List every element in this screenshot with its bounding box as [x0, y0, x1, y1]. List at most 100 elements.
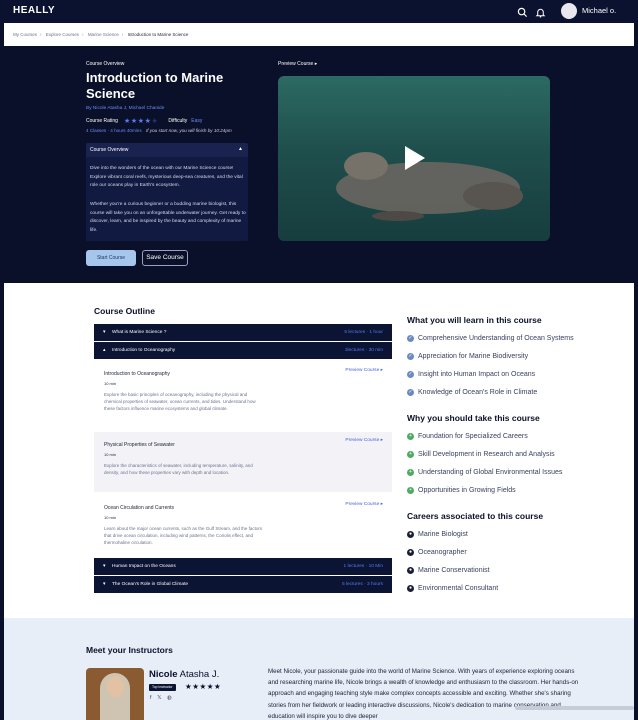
- why-item-label: Understanding of Global Environmental Is…: [418, 468, 563, 476]
- rating-stars: ★★★★★: [124, 117, 158, 125]
- check-circle-icon: ✓: [407, 388, 414, 396]
- chevron-right-icon: ›: [82, 32, 84, 37]
- learn-item-label: Comprehensive Understanding of Ocean Sys…: [418, 334, 574, 342]
- play-icon[interactable]: [405, 146, 425, 170]
- avatar[interactable]: [561, 3, 577, 19]
- career-item-label: Marine Biologist: [418, 530, 468, 538]
- course-duration: 4 Classes · 4 hours 40mins: [86, 128, 142, 133]
- chevron-up-icon[interactable]: ▲: [238, 146, 243, 152]
- difficulty-value: Easy: [191, 118, 203, 124]
- learn-title: What you will learn in this course: [407, 315, 542, 325]
- overview-paragraph: Dive into the wonders of the ocean with …: [90, 166, 243, 189]
- outline-section[interactable]: ▾ Human Impact on the Oceans 1 lectures …: [94, 558, 392, 575]
- caret-down-icon: ▾: [103, 563, 106, 569]
- lesson-card: Physical Properties of Seawater 10 min E…: [94, 432, 392, 492]
- star-icon: ★: [199, 682, 207, 691]
- horizontal-scrollbar[interactable]: [515, 706, 634, 710]
- course-rating-row: Course Rating ★★★★★ Difficulty Easy: [86, 117, 202, 125]
- breadcrumb-bar: My Courses › Explore Courses › Marine Scie…: [4, 23, 634, 46]
- lesson-description: Explore the basic principles of oceanogr…: [104, 392, 256, 412]
- instructor-name[interactable]: Nicole Atasha J.: [149, 669, 219, 680]
- breadcrumb-item[interactable]: My Courses: [13, 32, 37, 37]
- lesson-preview-link[interactable]: Preview Course ▸: [345, 438, 383, 443]
- caret-up-icon: ▴: [103, 347, 106, 353]
- outline-section[interactable]: ▴ Introduction to Oceanography 3lectures…: [94, 342, 392, 359]
- bell-icon[interactable]: [535, 5, 547, 18]
- learn-item: ✓ Insight into Human Impact on Oceans: [407, 369, 535, 379]
- outline-section-meta: 3lectures · 30 min: [344, 348, 383, 353]
- outline-section-meta: 5 lectures · 3 hours: [341, 582, 383, 587]
- difficulty-label: Difficulty: [168, 118, 188, 124]
- star-icon: ★: [151, 118, 159, 125]
- x-icon[interactable]: 𝕏: [157, 695, 161, 701]
- course-meta: 4 Classes · 4 hours 40mins If you start …: [86, 128, 232, 133]
- course-overview-header[interactable]: Course Overview ▲: [86, 143, 248, 157]
- course-overview-title: Course Overview: [90, 147, 129, 153]
- instructor-social-links: f 𝕏 ◍: [150, 695, 176, 701]
- why-item-label: Skill Development in Research and Analys…: [418, 450, 555, 458]
- outline-section-title: The Ocean's Role in Global Climate: [112, 582, 189, 587]
- start-course-button[interactable]: Start Course: [86, 250, 136, 266]
- learn-item-label: Knowledge of Ocean's Role in Climate: [418, 388, 538, 396]
- course-preview-video[interactable]: [278, 76, 550, 241]
- learn-item-label: Insight into Human Impact on Oceans: [418, 370, 536, 378]
- lesson-title: Physical Properties of Seawater: [104, 442, 175, 448]
- breadcrumb-item[interactable]: Explore Courses: [46, 32, 79, 37]
- course-kicker: Course Overview: [86, 61, 125, 67]
- lesson-card: Ocean Circulation and Currents 10 min Le…: [94, 494, 392, 556]
- person-icon: ●: [407, 566, 414, 574]
- career-item-label: Environmental Consultant: [418, 584, 499, 592]
- career-item: ● Environmental Consultant: [407, 583, 498, 593]
- plus-circle-icon: +: [407, 432, 414, 440]
- lesson-preview-link[interactable]: Preview Course ▸: [345, 502, 383, 507]
- preview-course-label: Preview Course: [278, 61, 314, 67]
- play-small-icon: ▸: [314, 61, 318, 67]
- why-item-label: Opportunities in Growing Fields: [418, 486, 516, 494]
- careers-title: Careers associated to this course: [407, 511, 544, 521]
- outline-section-title: Human Impact on the Oceans: [112, 564, 176, 569]
- instructor-bio: Meet Nicole, your passionate guide into …: [268, 668, 579, 720]
- outline-section-title: What is Marine Science ?: [112, 330, 167, 335]
- career-item-label: Marine Conservationist: [418, 566, 490, 574]
- lesson-duration: 10 min: [104, 452, 117, 457]
- check-circle-icon: ✓: [407, 352, 414, 360]
- learn-item: ✓ Comprehensive Understanding of Ocean Sy…: [407, 333, 574, 343]
- app-logo[interactable]: HEALLY: [13, 5, 55, 16]
- lesson-duration: 10 min: [104, 515, 117, 520]
- star-icon: ★: [137, 118, 145, 125]
- facebook-icon[interactable]: f: [150, 695, 152, 701]
- course-outline-title: Course Outline: [94, 306, 155, 316]
- lesson-preview-link[interactable]: Preview Course ▸: [345, 368, 383, 373]
- star-icon: ★: [144, 118, 152, 125]
- chevron-right-icon: ›: [40, 32, 42, 37]
- career-item: ● Oceanographer: [407, 547, 467, 557]
- save-course-button[interactable]: Save Course: [142, 250, 188, 266]
- outline-section-meta: 5 lectures · 1 hour: [344, 330, 383, 335]
- search-icon[interactable]: [517, 5, 529, 18]
- breadcrumb-current: Introduction to Marine Science: [127, 32, 189, 37]
- chevron-right-icon: ›: [121, 32, 124, 37]
- why-item: + Foundation for Specialized Careers: [407, 431, 528, 441]
- instructors-title: Meet your Instructors: [86, 645, 173, 655]
- career-item: ● Marine Conservationist: [407, 565, 490, 575]
- globe-icon[interactable]: ◍: [167, 695, 172, 701]
- star-icon: ★: [123, 118, 131, 125]
- breadcrumb-item[interactable]: Marine Science: [88, 32, 119, 37]
- lesson-preview-label: Preview Course: [345, 502, 380, 507]
- outline-section[interactable]: ▾ The Ocean's Role in Global Climate 5 l…: [94, 576, 392, 593]
- user-name[interactable]: Michael o.: [582, 6, 616, 15]
- check-circle-icon: ✓: [407, 370, 414, 378]
- course-authors[interactable]: By Nicole Atasha J, Michael Chanide: [86, 106, 164, 111]
- caret-down-icon: ▾: [103, 581, 106, 587]
- instructor-first-name: Nicole: [149, 669, 178, 680]
- why-title: Why you should take this course: [407, 413, 540, 423]
- preview-course-link[interactable]: Preview Course ▸: [278, 61, 317, 67]
- instructor-rating-stars: ★★★★★: [185, 682, 221, 691]
- page-title: Introduction to Marine Science: [86, 70, 224, 101]
- learn-item: ✓ Knowledge of Ocean's Role in Climate: [407, 387, 537, 397]
- outline-section-title: Introduction to Oceanography: [112, 348, 176, 353]
- lesson-duration: 10 min: [104, 381, 117, 386]
- lesson-title: Ocean Circulation and Currents: [104, 505, 175, 511]
- outline-section[interactable]: ▾ What is Marine Science ? 5 lectures · …: [94, 324, 392, 341]
- rating-label: Course Rating: [86, 118, 118, 124]
